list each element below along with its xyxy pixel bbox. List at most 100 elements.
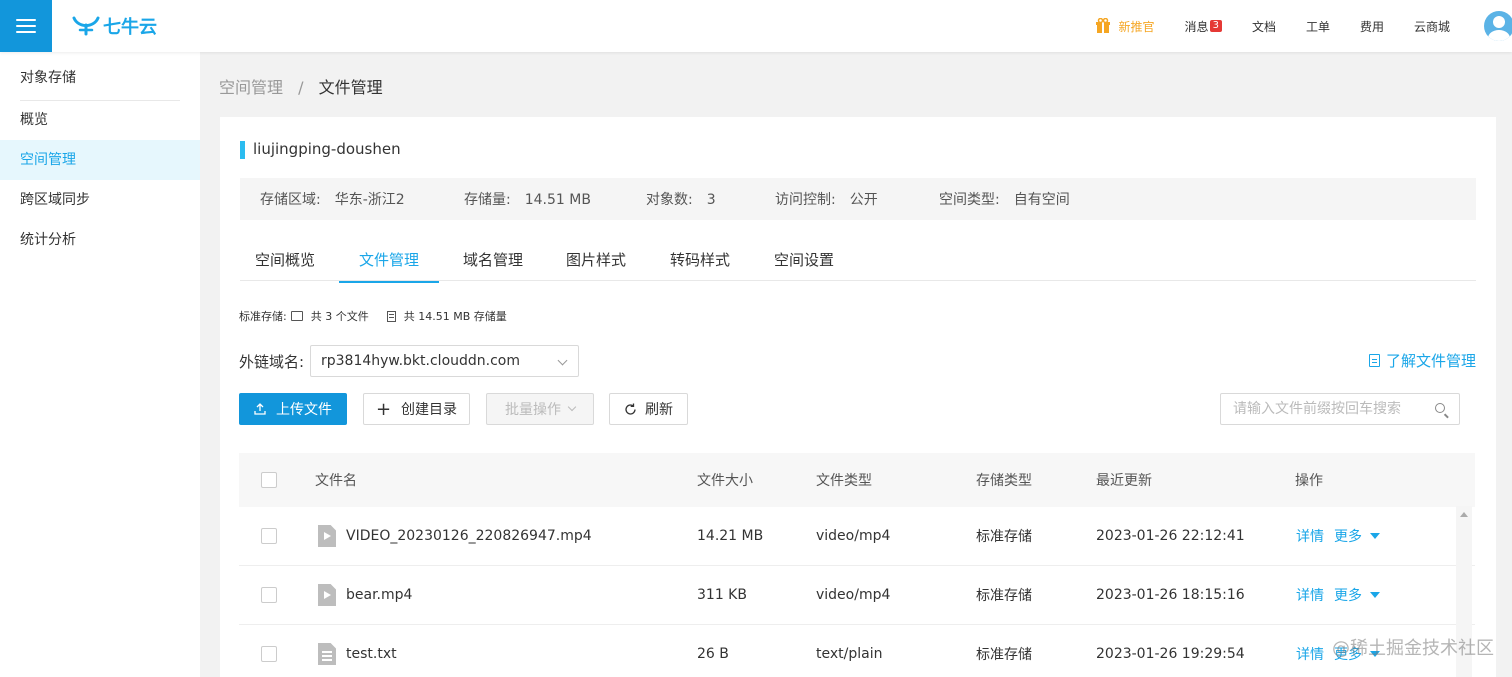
tab-domain-management[interactable]: 域名管理: [463, 249, 523, 281]
tab-space-settings[interactable]: 空间设置: [774, 249, 834, 281]
gift-icon: [1095, 18, 1110, 33]
batch-operation-button[interactable]: 批量操作: [486, 393, 594, 425]
info-region: 存储区域: 华东-浙江2: [260, 192, 405, 208]
header-file-name: 文件名: [315, 473, 357, 489]
document-icon: [1368, 354, 1380, 367]
select-all-checkbox[interactable]: [261, 472, 277, 488]
caret-down-icon[interactable]: [1370, 533, 1380, 539]
learn-file-management-link[interactable]: 了解文件管理: [1368, 350, 1476, 371]
header-last-updated: 最近更新: [1096, 473, 1152, 489]
search-icon[interactable]: [1435, 403, 1445, 413]
file-table: 文件名 文件大小 文件类型 存储类型 最近更新 操作 VIDEO_2023012…: [239, 453, 1475, 677]
nav-marketplace[interactable]: 云商城: [1414, 18, 1450, 35]
tab-file-management[interactable]: 文件管理: [339, 249, 440, 283]
nav-new-promoter[interactable]: 新推官: [1095, 18, 1155, 35]
detail-link[interactable]: 详情: [1296, 644, 1324, 664]
header-file-size: 文件大小: [697, 473, 753, 489]
video-file-icon: [318, 584, 336, 606]
tab-transcode-styles[interactable]: 转码样式: [670, 249, 730, 281]
file-size: 311 KB: [697, 587, 747, 603]
chevron-down-icon: [557, 355, 568, 366]
storage-type: 标准存储: [976, 647, 1032, 663]
upload-icon: [254, 403, 266, 415]
sidebar: 对象存储 概览 空间管理 跨区域同步 统计分析: [0, 52, 200, 677]
info-object-count: 对象数: 3: [646, 192, 716, 208]
tab-space-overview[interactable]: 空间概览: [255, 249, 315, 281]
file-type: text/plain: [816, 646, 883, 662]
top-bar: 七牛云 新推官 消息 3 文档 工单 费用 云商城: [0, 0, 1512, 52]
upload-file-button[interactable]: 上传文件: [239, 393, 347, 425]
hamburger-menu-button[interactable]: [0, 0, 52, 52]
nav-docs[interactable]: 文档: [1252, 18, 1276, 35]
header-storage-type: 存储类型: [976, 473, 1032, 489]
file-type: video/mp4: [816, 587, 891, 603]
scroll-up-arrow-icon[interactable]: [1460, 512, 1468, 517]
video-file-icon: [318, 525, 336, 547]
file-name[interactable]: bear.mp4: [346, 587, 412, 603]
info-space-type: 空间类型: 自有空间: [939, 192, 1070, 208]
info-access-control: 访问控制: 公开: [775, 192, 878, 208]
sidebar-item-space-management[interactable]: 空间管理: [0, 140, 200, 180]
sidebar-item-statistics[interactable]: 统计分析: [0, 220, 200, 260]
storage-summary: 标准存储: 共 3 个文件 共 14.51 MB 存储量: [239, 310, 507, 323]
tab-image-styles[interactable]: 图片样式: [566, 249, 626, 281]
row-checkbox[interactable]: [261, 646, 277, 662]
table-header: 文件名 文件大小 文件类型 存储类型 最近更新 操作: [239, 453, 1475, 507]
search-box: [1220, 393, 1460, 425]
main-card: liujingping-doushen 存储区域: 华东-浙江2 存储量: 14.5…: [220, 117, 1496, 677]
top-nav: 新推官 消息 3 文档 工单 费用 云商城: [1095, 0, 1512, 52]
header-operations: 操作: [1295, 473, 1323, 489]
detail-link[interactable]: 详情: [1296, 526, 1324, 546]
bucket-info-bar: 存储区域: 华东-浙江2 存储量: 14.51 MB 对象数: 3 访问控制: 公开 空…: [240, 178, 1476, 220]
storage-doc-icon: [386, 310, 396, 322]
storage-type: 标准存储: [976, 588, 1032, 604]
bucket-title-marker: [240, 141, 245, 159]
sidebar-item-cross-region-sync[interactable]: 跨区域同步: [0, 180, 200, 220]
nav-billing[interactable]: 费用: [1360, 18, 1384, 35]
qiniu-logo-icon: [72, 16, 100, 36]
text-file-icon: [318, 643, 336, 665]
tab-bar: 空间概览 文件管理 域名管理 图片样式 转码样式 空间设置: [240, 241, 1476, 283]
sidebar-item-overview[interactable]: 概览: [0, 100, 200, 140]
bucket-name: liujingping-doushen: [253, 140, 401, 158]
detail-link[interactable]: 详情: [1296, 585, 1324, 605]
storage-type: 标准存储: [976, 529, 1032, 545]
table-row: test.txt 26 B text/plain 标准存储 2023-01-26…: [239, 625, 1475, 677]
row-checkbox[interactable]: [261, 528, 277, 544]
more-link[interactable]: 更多: [1334, 526, 1362, 546]
row-checkbox[interactable]: [261, 587, 277, 603]
nav-messages[interactable]: 消息 3: [1185, 18, 1222, 35]
chevron-down-icon: [567, 402, 577, 412]
caret-down-icon[interactable]: [1370, 592, 1380, 598]
logo[interactable]: 七牛云: [72, 14, 157, 38]
breadcrumb-separator: /: [298, 78, 304, 97]
logo-text: 七牛云: [103, 17, 157, 38]
create-directory-button[interactable]: + 创建目录: [363, 393, 470, 425]
more-link[interactable]: 更多: [1334, 585, 1362, 605]
refresh-button[interactable]: 刷新: [609, 393, 688, 425]
sidebar-title: 对象存储: [20, 70, 76, 86]
file-size: 14.21 MB: [697, 528, 764, 544]
table-row: bear.mp4 311 KB video/mp4 标准存储 2023-01-2…: [239, 566, 1475, 625]
nav-tickets[interactable]: 工单: [1306, 18, 1330, 35]
last-updated: 2023-01-26 18:15:16: [1096, 587, 1245, 603]
last-updated: 2023-01-26 19:29:54: [1096, 646, 1245, 662]
watermark: @稀土掘金技术社区: [1332, 638, 1494, 659]
hamburger-icon: [16, 19, 36, 33]
file-size: 26 B: [697, 646, 729, 662]
table-row: VIDEO_20230126_220826947.mp4 14.21 MB vi…: [239, 507, 1475, 566]
refresh-icon: [625, 403, 636, 415]
breadcrumb-current: 文件管理: [318, 78, 383, 97]
file-name[interactable]: test.txt: [346, 646, 397, 662]
domain-select[interactable]: rp3814hyw.bkt.clouddn.com: [310, 345, 579, 377]
breadcrumb-parent[interactable]: 空间管理: [219, 78, 283, 97]
last-updated: 2023-01-26 22:12:41: [1096, 528, 1245, 544]
file-type: video/mp4: [816, 528, 891, 544]
user-avatar[interactable]: [1484, 11, 1512, 41]
breadcrumb: 空间管理 / 文件管理: [219, 74, 383, 98]
message-count-badge: 3: [1209, 20, 1222, 32]
info-storage: 存储量: 14.51 MB: [464, 192, 591, 208]
domain-label: 外链域名:: [239, 353, 305, 371]
search-input[interactable]: [1221, 394, 1421, 424]
file-name[interactable]: VIDEO_20230126_220826947.mp4: [346, 528, 592, 544]
